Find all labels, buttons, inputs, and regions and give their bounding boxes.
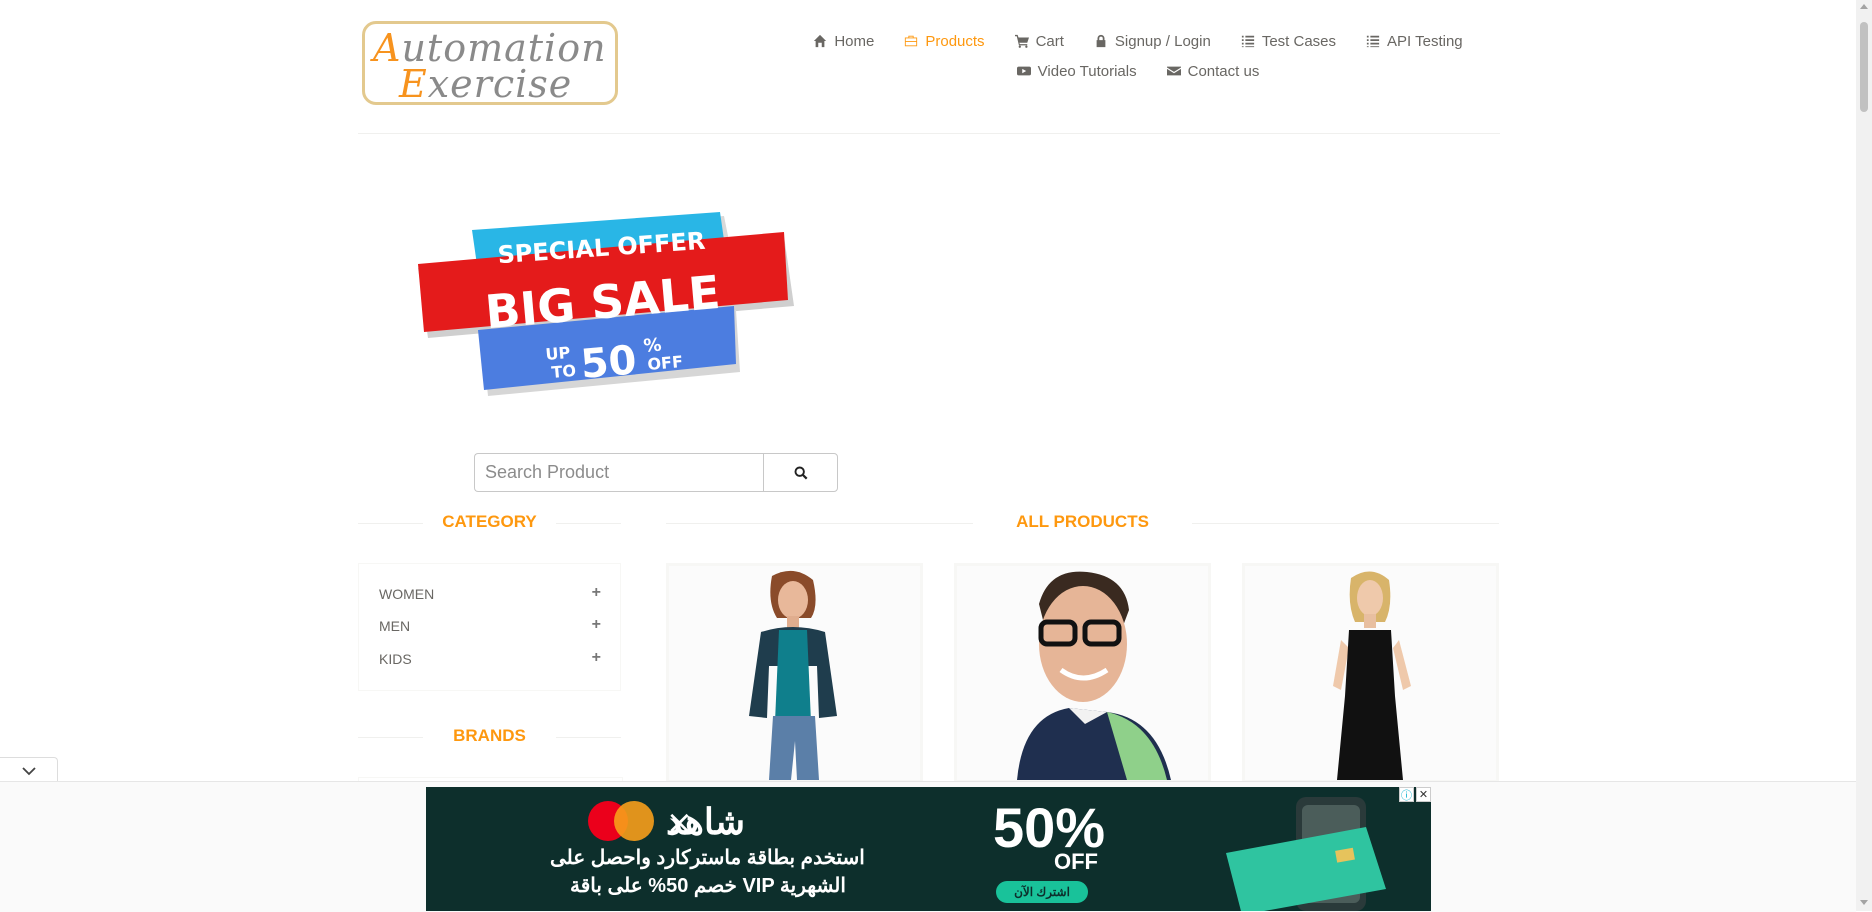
banner-to: TO — [551, 361, 577, 382]
all-products-title: ALL PRODUCTS — [1016, 512, 1149, 531]
product-search — [474, 453, 838, 492]
sale-banner: SPECIAL OFFER BIG SALE UP TO 50 % OFF — [418, 212, 794, 396]
main-nav: Home Products Cart Signup / Login Test C… — [758, 26, 1518, 86]
list-icon — [1366, 35, 1380, 48]
ad-off: OFF — [1054, 849, 1098, 874]
category-label: MEN — [379, 618, 411, 634]
category-label: WOMEN — [379, 586, 435, 602]
category-label: KIDS — [379, 651, 412, 667]
category-kids[interactable]: KIDS + — [379, 650, 601, 668]
banner-amount: 50 — [579, 337, 638, 388]
product-image-man-polo — [957, 566, 1208, 780]
ad-close-icon[interactable]: ✕ — [1416, 787, 1431, 802]
ad-phone-card-image — [1226, 797, 1386, 911]
nav-test-cases-label: Test Cases — [1261, 32, 1337, 50]
category-women[interactable]: WOMEN + — [379, 585, 601, 603]
category-title: CATEGORY — [442, 512, 537, 531]
cart-icon — [1014, 34, 1029, 48]
search-icon — [794, 466, 807, 479]
nav-home[interactable]: Home — [813, 33, 874, 50]
page-scrollbar[interactable] — [1856, 0, 1872, 911]
ad-brand: شاهد — [666, 801, 746, 842]
ad-line2: خصم 50% على باقة VIP الشهرية — [570, 875, 846, 897]
nav-home-label: Home — [834, 32, 875, 50]
site-logo[interactable]: Automation Exercise — [362, 21, 618, 105]
list-icon — [1241, 35, 1254, 48]
nav-products-label: Products — [925, 32, 985, 50]
divider — [1192, 523, 1499, 524]
nav-signup-login[interactable]: Signup / Login — [1094, 33, 1211, 50]
category-panel: WOMEN + MEN + KIDS + — [358, 563, 621, 691]
nav-test-cases[interactable]: Test Cases — [1241, 33, 1336, 50]
advertisement-banner[interactable]: ⓘ ✕ × شاهد استخدم بطاقة ماستركارد واحصل … — [426, 787, 1431, 911]
search-button[interactable] — [763, 453, 838, 492]
nav-api-testing-label: API Testing — [1387, 32, 1463, 50]
nav-api-testing[interactable]: API Testing — [1366, 33, 1463, 50]
product-card[interactable] — [666, 563, 923, 783]
logo-initial-a: A — [373, 26, 402, 70]
brands-title: BRANDS — [453, 726, 526, 745]
divider — [358, 737, 423, 738]
nav-contact-us[interactable]: Contact us — [1166, 62, 1260, 80]
nav-products[interactable]: Products — [904, 32, 985, 50]
search-input[interactable] — [474, 453, 763, 492]
product-card[interactable] — [1242, 563, 1499, 783]
plus-icon[interactable]: + — [592, 585, 601, 602]
logo-text-line2: xercise — [427, 62, 573, 106]
ad-line1: استخدم بطاقة ماستركارد واحصل على — [550, 847, 865, 869]
nav-cart[interactable]: Cart — [1014, 32, 1064, 50]
nav-cart-label: Cart — [1035, 32, 1064, 50]
scrollbar-thumb[interactable] — [1860, 22, 1868, 112]
chevron-down-icon — [21, 766, 36, 775]
nav-signup-login-label: Signup / Login — [1114, 32, 1211, 50]
product-image-woman-dress — [1245, 566, 1496, 780]
scroll-down-arrow-icon[interactable] — [1860, 900, 1868, 905]
product-image-woman-cardigan — [669, 566, 920, 780]
divider — [666, 523, 973, 524]
divider — [556, 737, 621, 738]
ad-collapse-button[interactable] — [0, 757, 58, 783]
scroll-up-arrow-icon[interactable] — [1860, 4, 1868, 9]
divider — [358, 523, 423, 524]
ad-cta-button[interactable]: اشترك الآن — [996, 881, 1088, 903]
plus-icon[interactable]: + — [592, 617, 601, 634]
plus-icon[interactable]: + — [592, 650, 601, 667]
logo-initial-e: E — [399, 62, 428, 106]
banner-off: OFF — [647, 352, 684, 374]
nav-video-tutorials-label: Video Tutorials — [1037, 62, 1137, 80]
home-icon — [814, 34, 827, 48]
divider — [556, 523, 621, 524]
product-card[interactable] — [954, 563, 1211, 783]
site-header: Automation Exercise Home Products Cart S… — [358, 0, 1500, 134]
envelope-icon — [1166, 66, 1181, 76]
nav-video-tutorials[interactable]: Video Tutorials — [1016, 62, 1137, 80]
lock-icon — [1096, 34, 1106, 48]
category-men[interactable]: MEN + — [379, 617, 601, 635]
products-icon — [905, 35, 918, 47]
nav-contact-us-label: Contact us — [1187, 62, 1260, 80]
youtube-icon — [1016, 66, 1031, 76]
